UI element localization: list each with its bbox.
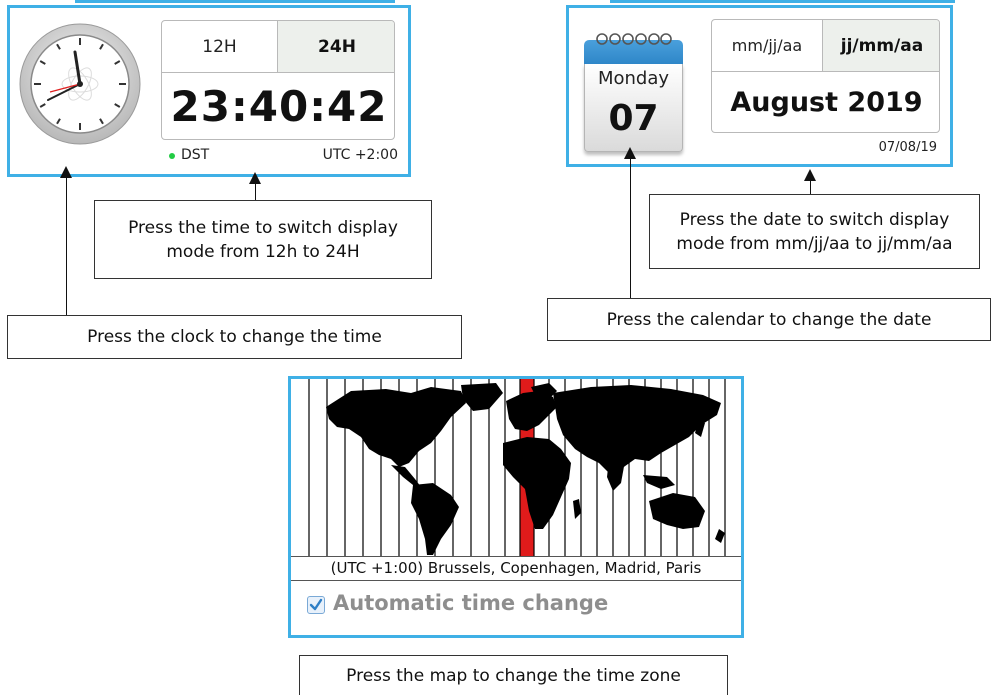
arrow-line-calendar [630, 158, 631, 298]
top-accent-line-left [75, 0, 395, 3]
auto-time-change-checkbox[interactable] [307, 596, 325, 614]
clock-widget: 12H 24H 23:40:42 DST UTC +2:00 [7, 5, 411, 177]
utc-offset-label: UTC +2:00 [322, 147, 398, 163]
timezone-map-widget: (UTC +1:00) Brussels, Copenhagen, Madrid… [288, 376, 744, 638]
dst-indicator-dot [169, 153, 175, 159]
auto-time-change-label[interactable]: Automatic time change [333, 591, 608, 615]
calendar-day: 07 [608, 98, 659, 139]
clock-icon [19, 23, 141, 145]
calendar-icon-button[interactable]: Monday 07 [584, 30, 683, 156]
mode-12h-label: 12H [202, 36, 237, 57]
calendar-icon: Monday 07 [584, 30, 683, 156]
arrow-line-clock [66, 177, 67, 315]
world-map-button[interactable] [291, 379, 741, 559]
month-year-button[interactable]: August 2019 [712, 72, 939, 132]
callout-calendar-change-text: Press the calendar to change the date [606, 309, 932, 330]
format-mmjjaa-label: mm/jj/aa [731, 36, 803, 55]
callout-time-switch: Press the time to switch display mode fr… [94, 200, 432, 279]
timezone-label-bar: (UTC +1:00) Brussels, Copenhagen, Madrid… [291, 556, 741, 581]
dst-label: DST [181, 147, 210, 163]
calendar-weekday: Monday [597, 68, 670, 89]
callout-clock-change-text: Press the clock to change the time [87, 327, 382, 347]
arrow-line-date [810, 180, 811, 194]
calendar-rings [596, 30, 672, 48]
top-accent-line-right [610, 0, 955, 3]
callout-date-switch: Press the date to switch display mode fr… [649, 194, 980, 269]
callout-time-switch-text: Press the time to switch display mode fr… [128, 217, 398, 262]
calendar-widget: Monday 07 mm/jj/aa jj/mm/aa August 2019 … [566, 5, 953, 167]
analog-clock-button[interactable] [18, 22, 142, 146]
callout-calendar-change: Press the calendar to change the date [547, 298, 991, 341]
format-mmjjaa-button[interactable]: mm/jj/aa [712, 20, 823, 72]
format-jjmmaa-label: jj/mm/aa [840, 35, 924, 56]
date-display-box: mm/jj/aa jj/mm/aa August 2019 [711, 19, 940, 133]
callout-map-change-text: Press the map to change the time zone [346, 665, 681, 686]
mode-24h-label: 24H [318, 36, 356, 57]
callout-clock-change: Press the clock to change the time [7, 315, 462, 359]
time-display-box: 12H 24H 23:40:42 [161, 20, 395, 140]
checkmark-icon [309, 598, 323, 611]
mode-24h-button[interactable]: 24H [278, 21, 394, 73]
timezone-label: (UTC +1:00) Brussels, Copenhagen, Madrid… [330, 559, 702, 577]
format-jjmmaa-button[interactable]: jj/mm/aa [823, 20, 939, 72]
arrow-line-time [255, 183, 256, 200]
month-year: August 2019 [730, 86, 923, 118]
callout-date-switch-text: Press the date to switch display mode fr… [676, 209, 953, 254]
short-date: 07/08/19 [878, 140, 937, 155]
digital-time: 23:40:42 [170, 81, 388, 131]
callout-map-change: Press the map to change the time zone [299, 655, 728, 695]
digital-time-button[interactable]: 23:40:42 [162, 73, 394, 139]
mode-12h-button[interactable]: 12H [162, 21, 278, 73]
world-map-icon [308, 379, 726, 559]
